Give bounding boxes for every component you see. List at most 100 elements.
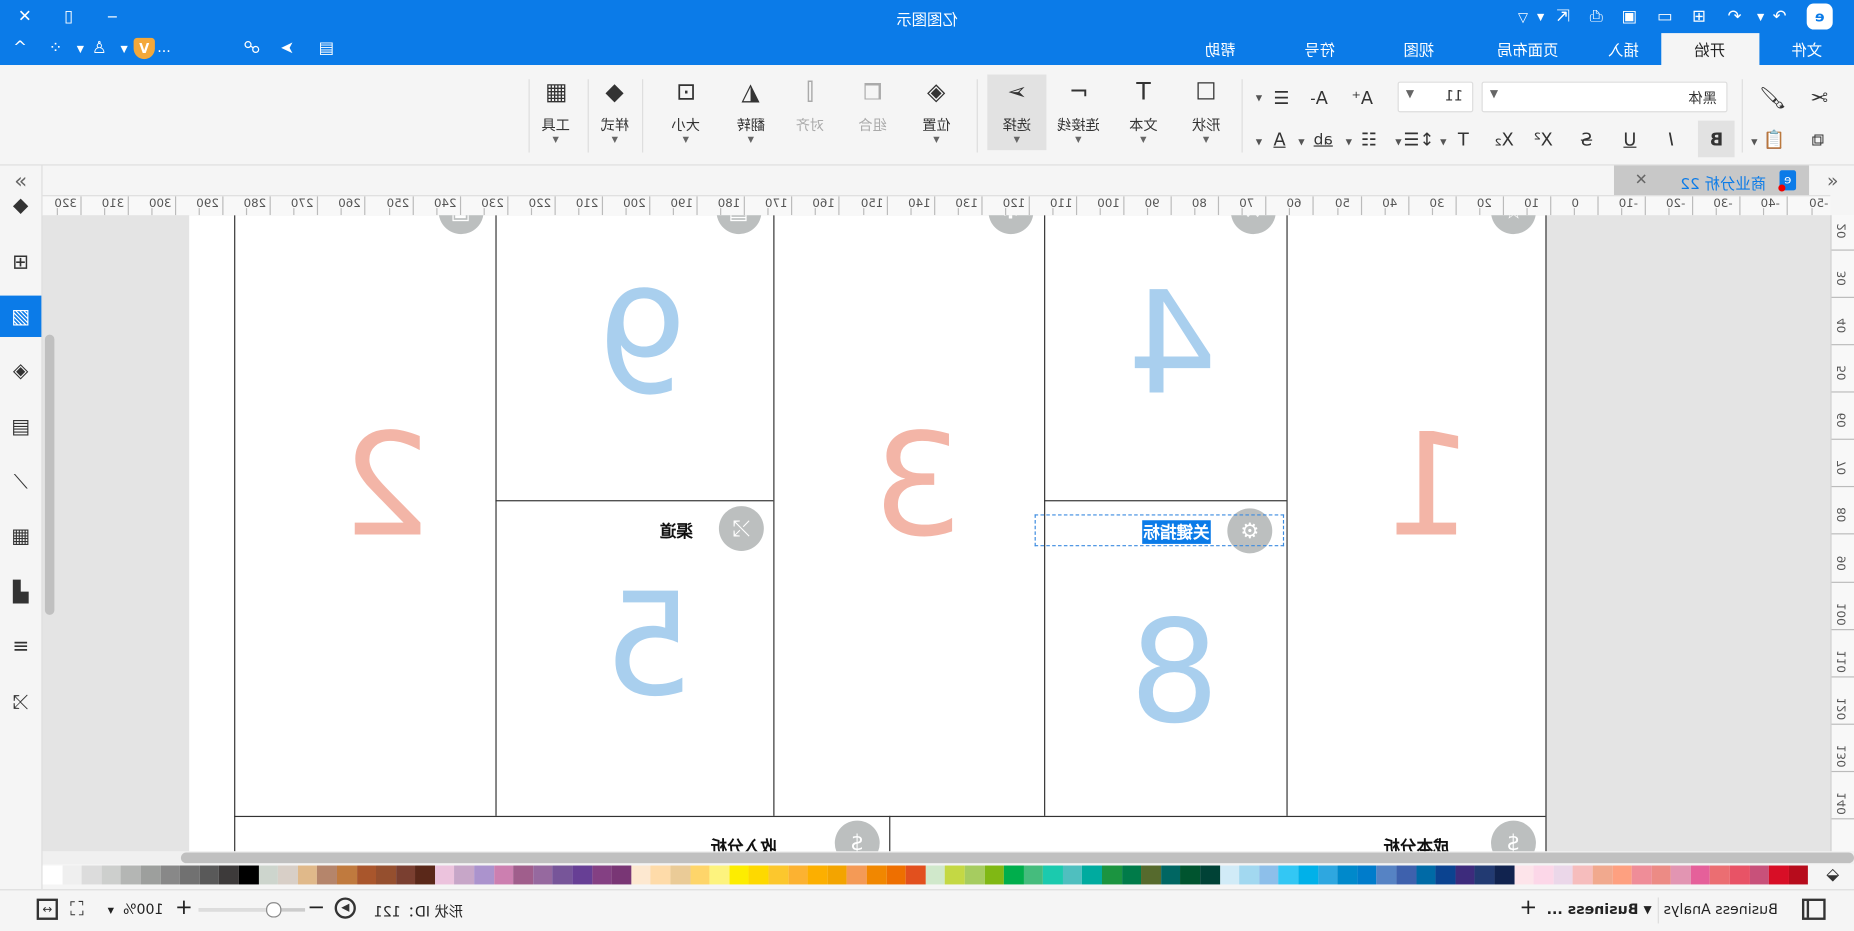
- color-swatch[interactable]: [886, 865, 906, 885]
- font-color-icon[interactable]: A: [1265, 125, 1293, 153]
- tab-1[interactable]: 开始: [1661, 33, 1760, 66]
- color-swatch[interactable]: [591, 865, 612, 885]
- color-swatch[interactable]: [611, 865, 632, 885]
- color-swatch[interactable]: [434, 865, 455, 885]
- document-tab[interactable]: ✕ 商业分析 22 e: [1613, 165, 1810, 196]
- tab-6[interactable]: 帮助: [1171, 33, 1270, 65]
- color-swatch[interactable]: [847, 865, 867, 885]
- color-swatch[interactable]: [376, 865, 396, 885]
- superscript-icon[interactable]: X²: [1529, 125, 1557, 153]
- paste-icon[interactable]: 📋: [1759, 125, 1787, 153]
- color-swatch[interactable]: [1062, 865, 1083, 885]
- color-swatch[interactable]: [1102, 865, 1122, 885]
- apps-icon[interactable]: ⁘: [45, 37, 66, 61]
- color-swatch[interactable]: [1592, 865, 1613, 885]
- color-swatch[interactable]: [121, 865, 141, 885]
- document-icon[interactable]: ▤: [0, 406, 41, 447]
- dropdown-icon[interactable]: ▼: [74, 37, 86, 61]
- tab-3[interactable]: 页面布局: [1469, 33, 1587, 65]
- tab-5[interactable]: 符号: [1270, 33, 1369, 65]
- color-swatch[interactable]: [1788, 865, 1809, 885]
- color-swatch[interactable]: [807, 865, 828, 885]
- strikethrough-icon[interactable]: S: [1573, 125, 1601, 153]
- color-swatch[interactable]: [81, 865, 102, 885]
- fullscreen-icon[interactable]: ⛶: [66, 897, 87, 921]
- color-swatch[interactable]: [748, 865, 769, 885]
- color-swatch[interactable]: [1710, 865, 1730, 885]
- color-swatch[interactable]: [1612, 865, 1632, 885]
- color-swatch[interactable]: [1474, 865, 1495, 885]
- color-swatch[interactable]: [454, 865, 475, 885]
- color-swatch[interactable]: [945, 865, 965, 885]
- page-list-dropdown-icon[interactable]: ▼: [1644, 905, 1652, 917]
- italic-icon[interactable]: I: [1657, 125, 1685, 153]
- color-swatch[interactable]: [101, 865, 122, 885]
- color-swatch[interactable]: [1729, 865, 1750, 885]
- font-family-select[interactable]: ▼ 黑体: [1481, 81, 1728, 113]
- redo-icon[interactable]: ↷: [1768, 5, 1792, 29]
- format-painter-icon[interactable]: 🖌: [1756, 82, 1789, 115]
- fill-bucket-icon[interactable]: ⬙: [1822, 863, 1843, 887]
- color-swatch[interactable]: [1239, 865, 1260, 885]
- color-swatch[interactable]: [1003, 865, 1024, 885]
- toolbar-button-1[interactable]: T 文本 ▼: [1114, 74, 1173, 150]
- expand-panel-icon[interactable]: «: [1821, 168, 1845, 192]
- color-swatch[interactable]: [1514, 865, 1534, 885]
- color-swatch[interactable]: [1455, 865, 1475, 885]
- color-swatch[interactable]: [1278, 865, 1299, 885]
- toolbar-button-7[interactable]: ◭ 翻转 ▼: [721, 74, 780, 150]
- color-swatch[interactable]: [62, 865, 82, 885]
- toolbar-button-8[interactable]: ⊡ 大小 ▼: [656, 74, 715, 150]
- tab-0[interactable]: 文件: [1759, 33, 1854, 65]
- panel-toggle-icon[interactable]: [1801, 898, 1826, 920]
- dropdown-icon[interactable]: ▼: [118, 37, 130, 61]
- vip-badge-icon[interactable]: V: [133, 37, 155, 60]
- page-tab[interactable]: Business Analys: [1664, 901, 1778, 918]
- color-swatch[interactable]: [572, 865, 592, 885]
- play-icon[interactable]: ▶: [334, 897, 356, 919]
- color-swatch[interactable]: [925, 865, 946, 885]
- color-swatch[interactable]: [768, 865, 789, 885]
- color-swatch[interactable]: [1553, 865, 1573, 885]
- color-swatch[interactable]: [1337, 865, 1358, 885]
- color-swatch[interactable]: [1219, 865, 1240, 885]
- save-icon[interactable]: ▣: [1618, 5, 1642, 29]
- close-tab-icon[interactable]: ✕: [1631, 169, 1652, 190]
- color-swatch[interactable]: [866, 865, 887, 885]
- bold-icon[interactable]: B: [1697, 120, 1735, 158]
- color-swatch[interactable]: [297, 865, 318, 885]
- table-icon[interactable]: ▦: [0, 516, 41, 557]
- customize-icon[interactable]: ▽: [1513, 5, 1532, 29]
- page-tab-active[interactable]: Business ...: [1547, 901, 1639, 918]
- share-icon[interactable]: ☍: [240, 37, 264, 61]
- zoom-in-button[interactable]: +: [175, 895, 193, 920]
- color-swatch[interactable]: [1180, 865, 1201, 885]
- color-swatch[interactable]: [336, 865, 357, 885]
- color-swatch[interactable]: [1435, 865, 1456, 885]
- color-swatch[interactable]: [1357, 865, 1377, 885]
- color-swatch[interactable]: [533, 865, 553, 885]
- tab-2[interactable]: 插入: [1587, 33, 1661, 65]
- canvas-area[interactable]: 2 9 3 4 1 5 8 ▣ ▤ ✱ ✕ ☆ ⤮ 渠道 ⚙ 关键指标 $ 收入…: [42, 215, 1831, 852]
- color-swatch[interactable]: [160, 865, 180, 885]
- color-swatch[interactable]: [356, 865, 377, 885]
- color-swatch[interactable]: [474, 865, 494, 885]
- color-swatch[interactable]: [415, 865, 435, 885]
- font-size-select[interactable]: ▼ 11: [1397, 81, 1474, 113]
- toolbar-button-3[interactable]: ➢ 选择 ▼: [987, 74, 1047, 151]
- tab-4[interactable]: 视图: [1369, 33, 1468, 65]
- vertical-scrollbar[interactable]: [44, 334, 55, 615]
- color-swatch[interactable]: [1082, 865, 1103, 885]
- horizontal-scrollbar[interactable]: [42, 851, 1854, 865]
- list-icon[interactable]: ≡: [0, 625, 41, 666]
- underline-icon[interactable]: U: [1615, 125, 1643, 153]
- color-swatch[interactable]: [258, 865, 279, 885]
- fill-icon[interactable]: ◆: [0, 184, 41, 225]
- color-swatch[interactable]: [552, 865, 573, 885]
- color-swatch[interactable]: [395, 865, 416, 885]
- new-icon[interactable]: ⊞: [1687, 5, 1711, 29]
- color-swatch[interactable]: [1690, 865, 1711, 885]
- print-icon[interactable]: ⎙: [1584, 5, 1608, 29]
- color-swatch[interactable]: [1121, 865, 1142, 885]
- color-swatch[interactable]: [199, 865, 220, 885]
